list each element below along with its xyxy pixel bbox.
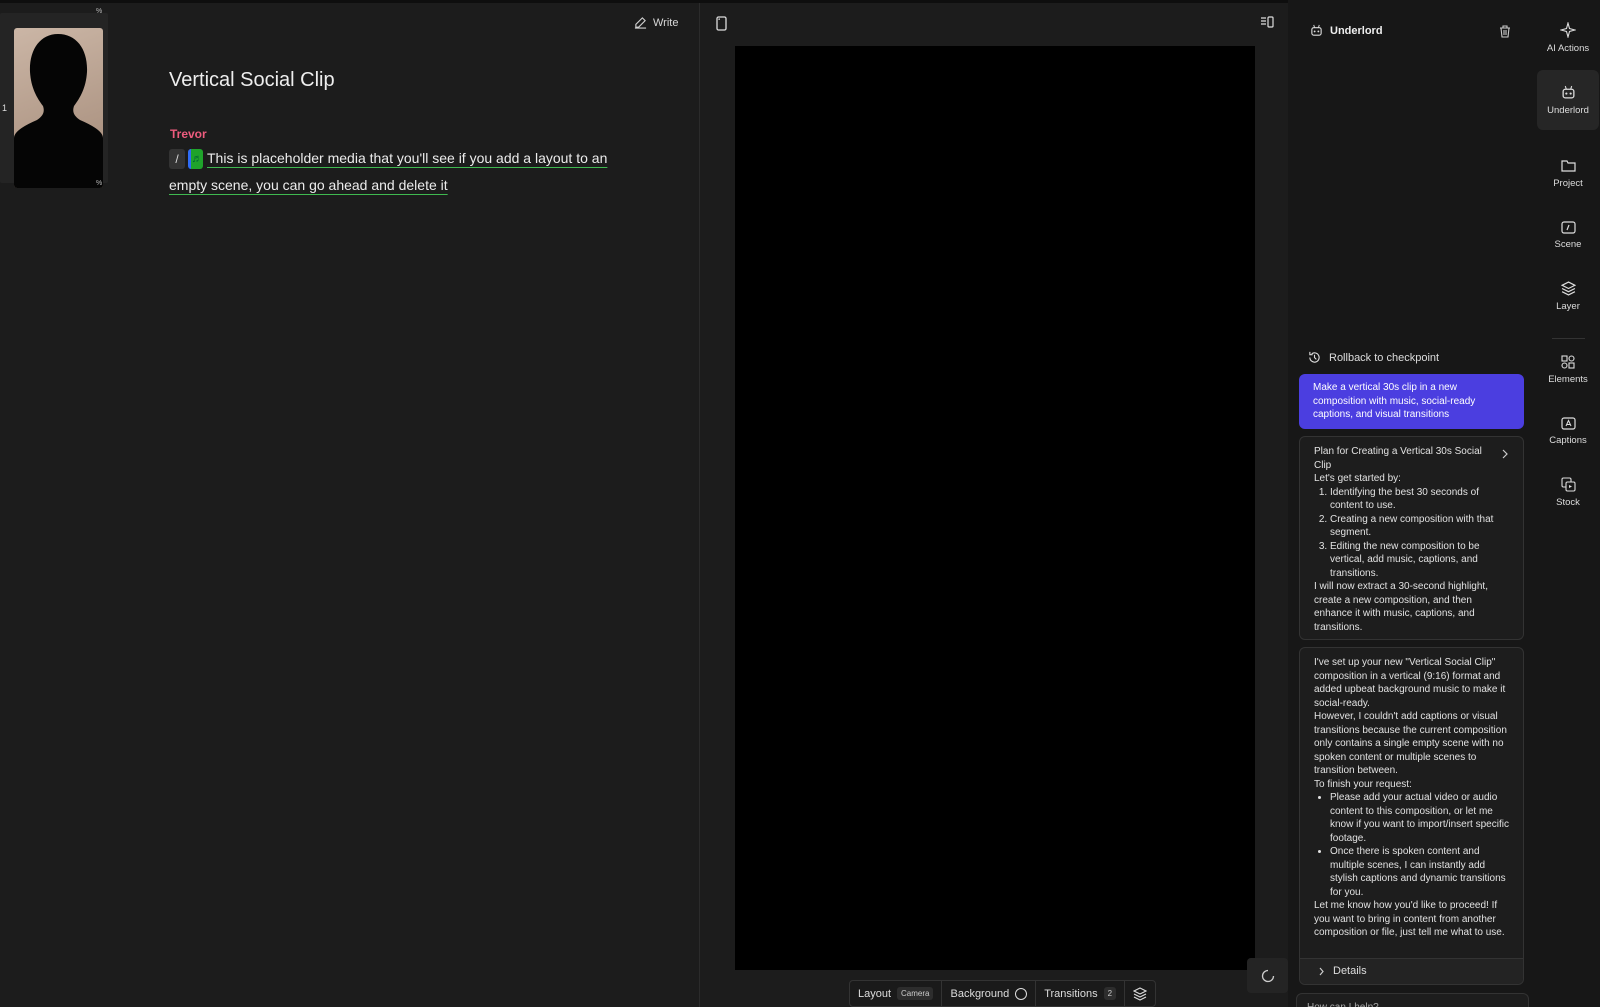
slash-command-chip[interactable]: / xyxy=(169,149,185,170)
background-swatch-icon xyxy=(1015,987,1028,1000)
transitions-button[interactable]: Transitions 2 xyxy=(1036,981,1126,1006)
layers-icon xyxy=(1133,986,1148,1001)
rail-label: Project xyxy=(1553,178,1583,189)
rail-label: Stock xyxy=(1556,496,1580,508)
plan-title: Plan for Creating a Vertical 30s Social … xyxy=(1314,446,1482,471)
rail-item-scene[interactable]: Scene xyxy=(1537,205,1599,265)
rail-item-captions[interactable]: Captions xyxy=(1537,401,1599,461)
script-paragraph[interactable]: / ♬ This is placeholder media that you'll … xyxy=(169,145,619,199)
rail-item-elements[interactable]: Elements xyxy=(1537,340,1599,400)
rail-label: AI Actions xyxy=(1546,43,1590,54)
layers-button[interactable] xyxy=(1125,981,1155,1006)
silhouette-image xyxy=(14,34,103,188)
rail-label: Layer xyxy=(1556,300,1580,312)
layers-icon xyxy=(1560,280,1576,296)
rail-label: Scene xyxy=(1554,238,1582,250)
music-note-icon[interactable]: ♬ xyxy=(188,149,203,170)
scene-marker-top: % xyxy=(96,8,103,15)
loading-indicator xyxy=(1247,958,1288,993)
rail-label: Underlord xyxy=(1547,104,1589,116)
spinner-icon xyxy=(1261,969,1274,982)
user-message: Make a vertical 30s clip in a new compos… xyxy=(1299,374,1524,429)
sparkle-icon xyxy=(1560,22,1576,38)
elements-icon xyxy=(1561,355,1575,369)
underlord-header: Underlord xyxy=(1310,24,1383,37)
chevron-right-icon xyxy=(1319,967,1324,976)
plan-step: Editing the new composition to be vertic… xyxy=(1330,540,1509,581)
script-line-2: empty scene, you can go ahead and delete… xyxy=(169,177,448,193)
rail-item-ai-actions[interactable]: AI Actions xyxy=(1537,8,1599,68)
right-rail: AI Actions Underlord Project Scene Layer… xyxy=(1536,0,1600,1007)
script-panel: % 1 % Write Vertical Social Clip Trevor … xyxy=(0,3,700,1007)
reply-bullets: Please add your actual video or audio co… xyxy=(1314,791,1509,899)
captions-icon xyxy=(1560,416,1576,430)
page-title[interactable]: Vertical Social Clip xyxy=(169,69,335,92)
video-canvas[interactable] xyxy=(735,46,1255,970)
layout-value-badge: Camera xyxy=(897,987,934,1000)
layout-button[interactable]: Layout Camera xyxy=(850,981,943,1006)
plan-step: Identifying the best 30 seconds of conte… xyxy=(1330,486,1509,513)
scene-thumbnail[interactable] xyxy=(14,28,103,188)
scene-number: 1 xyxy=(2,103,8,113)
plan-card: Plan for Creating a Vertical 30s Social … xyxy=(1299,436,1524,640)
plan-steps: Identifying the best 30 seconds of conte… xyxy=(1314,486,1509,581)
rail-item-layer[interactable]: Layer xyxy=(1537,266,1599,326)
scene-marker-bottom: % xyxy=(96,180,103,187)
pen-icon xyxy=(634,17,647,29)
reply-paragraph: To finish your request: xyxy=(1314,778,1412,790)
write-label: Write xyxy=(653,16,679,29)
reply-bullet: Once there is spoken content and multipl… xyxy=(1330,845,1509,899)
details-label: Details xyxy=(1333,964,1367,977)
reply-paragraph: I've set up your new "Vertical Social Cl… xyxy=(1314,657,1506,709)
history-icon xyxy=(1309,351,1320,363)
plan-step: Creating a new composition with that seg… xyxy=(1330,513,1509,540)
scene-thumbnail-card[interactable]: % 1 % xyxy=(0,8,108,188)
rail-item-project[interactable]: Project xyxy=(1537,144,1599,204)
underlord-title: Underlord xyxy=(1330,24,1383,37)
plan-intro: Let's get started by: xyxy=(1314,473,1401,484)
chevron-right-icon xyxy=(1502,449,1508,459)
folder-icon xyxy=(1560,160,1576,172)
stock-icon xyxy=(1560,476,1576,492)
robot-icon xyxy=(1311,24,1322,36)
background-button[interactable]: Background xyxy=(942,981,1037,1006)
rail-item-stock[interactable]: Stock xyxy=(1537,462,1599,522)
rollback-button[interactable]: Rollback to checkpoint xyxy=(1308,351,1439,364)
rail-divider xyxy=(1552,338,1585,339)
rail-label: Elements xyxy=(1548,374,1588,385)
layout-label: Layout xyxy=(858,987,892,1000)
panel-toggle-icon[interactable] xyxy=(1260,16,1274,28)
rail-item-underlord[interactable]: Underlord xyxy=(1537,70,1599,130)
robot-icon xyxy=(1562,85,1574,98)
reply-paragraph: Let me know how you'd like to proceed! I… xyxy=(1314,900,1505,938)
reply-bullet: Please add your actual video or audio co… xyxy=(1330,791,1509,845)
speaker-label[interactable]: Trevor xyxy=(170,127,207,141)
reply-card: I've set up your new "Vertical Social Cl… xyxy=(1299,647,1524,985)
portrait-aspect-icon[interactable] xyxy=(716,16,727,31)
trash-icon[interactable] xyxy=(1499,25,1511,38)
rail-label: Captions xyxy=(1549,434,1587,446)
plan-card-header[interactable]: Plan for Creating a Vertical 30s Social … xyxy=(1314,445,1509,472)
reply-paragraph: However, I couldn't add captions or visu… xyxy=(1314,711,1507,776)
scene-icon xyxy=(1560,220,1576,234)
app-window: % 1 % Write Vertical Social Clip Trevor … xyxy=(0,0,1600,1007)
canvas-toolbar: Layout Camera Background Transitions 2 xyxy=(849,980,1157,1007)
chat-input[interactable]: How can I help? xyxy=(1296,993,1529,1007)
details-toggle[interactable]: Details xyxy=(1300,958,1523,984)
underlord-panel: Underlord Rollback to checkpoint Make a … xyxy=(1288,0,1536,1007)
transitions-count-badge: 2 xyxy=(1103,987,1117,1000)
write-button[interactable]: Write xyxy=(634,16,678,29)
rollback-label: Rollback to checkpoint xyxy=(1329,351,1440,364)
background-label: Background xyxy=(950,987,1010,1000)
transitions-label: Transitions xyxy=(1044,987,1098,1000)
plan-outro: I will now extract a 30-second highlight… xyxy=(1314,581,1488,633)
script-line-1: This is placeholder media that you'll se… xyxy=(207,150,608,166)
